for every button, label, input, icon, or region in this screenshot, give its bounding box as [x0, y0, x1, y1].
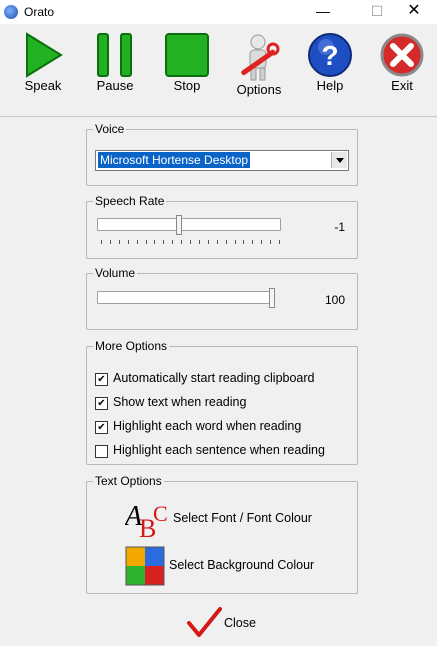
checkbox[interactable]: ✔	[95, 397, 108, 410]
slider-tick	[109, 240, 111, 244]
exit-icon	[380, 33, 424, 77]
select-background-button[interactable]: Select Background Colour	[125, 546, 335, 586]
slider-tick	[101, 240, 102, 244]
svg-text:?: ?	[321, 40, 338, 71]
text-options-title: Text Options	[93, 474, 164, 488]
slider-tick	[279, 240, 280, 244]
volume-title: Volume	[93, 266, 138, 280]
select-font-label: Select Font / Font Colour	[173, 511, 312, 525]
speech-rate-value: -1	[334, 220, 345, 234]
chevron-down-icon	[336, 158, 344, 163]
checkbox-label: Automatically start reading clipboard	[113, 371, 315, 385]
help-icon: ?	[308, 33, 352, 77]
checkbox-label: Highlight each sentence when reading	[113, 443, 325, 457]
stop-label: Stop	[173, 78, 201, 93]
slider-tick	[118, 240, 120, 244]
speech-rate-ticks	[101, 240, 280, 246]
volume-thumb[interactable]	[269, 288, 275, 308]
slider-tick	[136, 240, 138, 244]
slider-tick	[270, 240, 272, 244]
app-icon	[4, 5, 18, 19]
slider-tick	[198, 240, 200, 244]
voice-selected-value: Microsoft Hortense Desktop	[98, 152, 251, 168]
title-bar: Orato — ☐ ✕	[0, 0, 437, 24]
dropdown-button[interactable]	[331, 152, 347, 168]
speak-label: Speak	[24, 78, 62, 93]
checkbox-label: Highlight each word when reading	[113, 419, 302, 433]
volume-track[interactable]	[97, 291, 274, 304]
more-options-group: More Options ✔ Automatically start readi…	[86, 339, 358, 465]
stop-button[interactable]: Stop	[162, 32, 212, 93]
slider-tick	[181, 240, 183, 244]
options-person-wrench-icon	[241, 34, 280, 81]
speak-button[interactable]: Speak	[18, 32, 68, 93]
font-abc-icon: A B C	[125, 501, 168, 539]
speech-rate-thumb[interactable]	[175, 215, 182, 235]
slider-tick	[216, 240, 218, 244]
pause-icon	[97, 33, 132, 77]
slider-tick	[234, 240, 236, 244]
speech-rate-group: Speech Rate -1	[86, 194, 358, 259]
slider-tick	[261, 240, 263, 244]
window-title: Orato	[24, 5, 55, 19]
svg-text:C: C	[153, 501, 168, 526]
slider-tick	[190, 240, 191, 244]
slider-tick	[172, 240, 174, 244]
close-label: Close	[224, 616, 256, 630]
checkbox[interactable]	[95, 445, 108, 458]
exit-button[interactable]: Exit	[378, 32, 426, 93]
options-button[interactable]: Options	[234, 32, 284, 97]
toolbar: Speak Pause Stop Options ? Help Exit	[0, 24, 437, 117]
volume-group: Volume 100	[86, 266, 358, 330]
more-options-title: More Options	[93, 339, 170, 353]
minimize-button[interactable]: —	[300, 0, 346, 24]
exit-label: Exit	[391, 78, 413, 93]
slider-tick	[225, 240, 227, 244]
select-background-label: Select Background Colour	[169, 558, 315, 572]
help-button[interactable]: ? Help	[306, 32, 354, 93]
close-window-button[interactable]: ✕	[391, 0, 437, 24]
slider-tick	[145, 240, 147, 244]
help-label: Help	[316, 78, 344, 93]
voice-group-title: Voice	[93, 122, 127, 136]
slider-tick	[252, 240, 254, 244]
slider-tick	[163, 240, 165, 244]
pause-button[interactable]: Pause	[92, 32, 138, 93]
voice-group: Voice Microsoft Hortense Desktop	[86, 122, 358, 186]
checkbox[interactable]: ✔	[95, 373, 108, 386]
speech-rate-track[interactable]	[97, 218, 281, 231]
color-palette-icon	[125, 546, 165, 586]
checkbox-label: Show text when reading	[113, 395, 247, 409]
close-button[interactable]: Close	[186, 604, 266, 640]
slider-tick	[207, 240, 209, 244]
stop-icon	[165, 33, 209, 77]
voice-select[interactable]: Microsoft Hortense Desktop	[95, 150, 349, 171]
select-font-button[interactable]: A B C Select Font / Font Colour	[125, 499, 325, 539]
slider-tick	[154, 240, 156, 244]
pause-label: Pause	[96, 78, 134, 93]
speech-rate-title: Speech Rate	[93, 194, 167, 208]
checkbox[interactable]: ✔	[95, 421, 108, 434]
play-icon	[26, 32, 63, 78]
options-label: Options	[236, 82, 282, 97]
text-options-group: Text Options A B C Select Font / Font Co…	[86, 474, 358, 594]
checkmark-icon	[187, 607, 222, 637]
slider-tick	[127, 240, 129, 244]
volume-value: 100	[324, 293, 345, 307]
slider-tick	[243, 240, 245, 244]
